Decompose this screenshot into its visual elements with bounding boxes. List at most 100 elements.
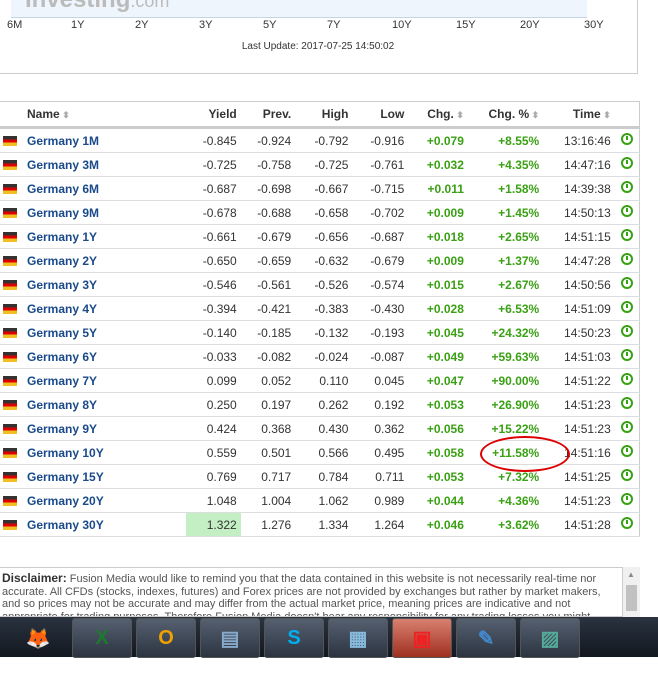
- cell-time: 14:50:13: [543, 200, 615, 225]
- cell-low: -0.679: [352, 248, 409, 273]
- cell-text: -0.632: [314, 253, 349, 268]
- cell-text: 0.052: [261, 373, 292, 388]
- cell-text: -0.421: [257, 301, 292, 316]
- cell-status: [614, 440, 640, 465]
- cell-text: +1.45%: [498, 205, 540, 220]
- sort-icon[interactable]: ⬍: [60, 110, 70, 120]
- scroll-up-icon[interactable]: ▲: [627, 570, 635, 579]
- cell-text[interactable]: Germany 8Y: [27, 398, 97, 412]
- taskbar-button[interactable]: ✎: [456, 618, 516, 658]
- cell-name[interactable]: Germany 30Y: [0, 512, 187, 537]
- taskbar-button[interactable]: ▣: [392, 618, 452, 658]
- cell-text[interactable]: Germany 3M: [27, 158, 99, 172]
- cell-text[interactable]: Germany 10Y: [27, 446, 104, 460]
- table-row: Germany 3Y -0.546 -0.561 -0.526 -0.574 +0.015…: [0, 272, 640, 297]
- x-tick-label: 20Y: [520, 19, 540, 31]
- cell-text: -0.715: [370, 181, 405, 196]
- scrollbar[interactable]: ▲: [623, 567, 640, 617]
- sort-icon[interactable]: ⬍: [601, 110, 611, 120]
- cell-text: 14:50:23: [564, 325, 611, 340]
- cell-text: -0.193: [370, 325, 405, 340]
- cell-text[interactable]: Germany 9Y: [27, 422, 97, 436]
- cell-status: [614, 248, 640, 273]
- cell-text: +1.58%: [498, 181, 540, 196]
- cell-text: +90.00%: [491, 373, 540, 388]
- cell-text[interactable]: Germany 6M: [27, 182, 99, 196]
- cell-text: -0.679: [257, 229, 292, 244]
- x-tick-label: 10Y: [392, 19, 412, 31]
- cell-text[interactable]: Germany 20Y: [27, 494, 104, 508]
- cell-name[interactable]: Germany 5Y: [0, 320, 187, 345]
- taskbar-button[interactable]: 🦊: [8, 618, 68, 658]
- cell-text: 14:47:16: [564, 157, 611, 172]
- column-header-chg[interactable]: Chg. ⬍: [408, 101, 468, 129]
- sort-icon[interactable]: ⬍: [454, 110, 464, 120]
- cell-name[interactable]: Germany 8Y: [0, 392, 187, 417]
- cell-name[interactable]: Germany 3M: [0, 152, 187, 177]
- table-row: Germany 7Y 0.099 0.052 0.110 0.045 +0.047 +90.…: [0, 368, 640, 393]
- cell-name[interactable]: Germany 6M: [0, 176, 187, 201]
- column-header-time[interactable]: Time ⬍: [543, 101, 615, 129]
- outlook-icon: O: [158, 626, 174, 649]
- cell-text: +0.053: [426, 397, 464, 412]
- column-header-chg[interactable]: Chg. % ⬍: [467, 101, 544, 129]
- cell-chg-pct: +1.37%: [467, 248, 544, 273]
- cell-text: 0.110: [319, 373, 349, 388]
- cell-name[interactable]: Germany 7Y: [0, 368, 187, 393]
- header-label: Prev.: [262, 107, 292, 121]
- cell-name[interactable]: Germany 20Y: [0, 488, 187, 513]
- taskbar-button[interactable]: O: [136, 618, 196, 658]
- taskbar-button[interactable]: X: [72, 618, 132, 658]
- cell-text: 0.250: [206, 397, 237, 412]
- cell-chg-pct: +6.53%: [467, 296, 544, 321]
- cell-time: 14:51:23: [543, 488, 615, 513]
- cell-time: 14:50:23: [543, 320, 615, 345]
- cell-text[interactable]: Germany 7Y: [27, 374, 97, 388]
- cell-name[interactable]: Germany 1Y: [0, 224, 187, 249]
- cell-low: -0.574: [352, 272, 409, 297]
- cell-text[interactable]: Germany 5Y: [27, 326, 97, 340]
- cell-text: 0.495: [374, 445, 405, 460]
- cell-text[interactable]: Germany 4Y: [27, 302, 97, 316]
- cell-text[interactable]: Germany 30Y: [27, 518, 104, 532]
- cell-prev: -0.698: [240, 176, 296, 201]
- column-header-name[interactable]: Name ⬍: [0, 101, 187, 129]
- cell-text: 0.045: [374, 373, 405, 388]
- cell-text: -0.916: [370, 133, 405, 148]
- cell-text[interactable]: Germany 3Y: [27, 278, 97, 292]
- cell-text[interactable]: Germany 15Y: [27, 470, 104, 484]
- cell-text[interactable]: Germany 6Y: [27, 350, 97, 364]
- cell-high: 1.334: [295, 512, 353, 537]
- photo-viewer-icon: ▨: [540, 627, 560, 650]
- cell-name[interactable]: Germany 10Y: [0, 440, 187, 465]
- cell-text: 1.322: [206, 517, 237, 532]
- cell-name[interactable]: Germany 3Y: [0, 272, 187, 297]
- germany-flag-icon: [3, 327, 17, 338]
- taskbar-button[interactable]: ▤: [200, 618, 260, 658]
- cell-text: 14:51:23: [564, 421, 611, 436]
- cell-low: -0.087: [352, 344, 409, 369]
- scrollbar-thumb[interactable]: [626, 585, 637, 611]
- cell-name[interactable]: Germany 15Y: [0, 464, 187, 489]
- cell-text: +0.018: [426, 229, 464, 244]
- cell-name[interactable]: Germany 9M: [0, 200, 187, 225]
- taskbar-button[interactable]: ▦: [328, 618, 388, 658]
- cell-text[interactable]: Germany 1Y: [27, 230, 97, 244]
- cell-name[interactable]: Germany 1M: [0, 127, 187, 153]
- cell-text[interactable]: Germany 9M: [27, 206, 99, 220]
- cell-name[interactable]: Germany 4Y: [0, 296, 187, 321]
- cell-chg: +0.053: [408, 464, 468, 489]
- table-row: Germany 9M -0.678 -0.688 -0.658 -0.702 +0.009…: [0, 200, 640, 225]
- sort-icon[interactable]: ⬍: [529, 110, 540, 120]
- cell-name[interactable]: Germany 2Y: [0, 248, 187, 273]
- cell-text[interactable]: Germany 2Y: [27, 254, 97, 268]
- cell-name[interactable]: Germany 9Y: [0, 416, 187, 441]
- taskbar-button[interactable]: ▨: [520, 618, 580, 658]
- x-tick-label: 7Y: [327, 19, 341, 31]
- x-tick-label: 2Y: [135, 19, 149, 31]
- cell-low: 0.989: [352, 488, 409, 513]
- taskbar-button[interactable]: S: [264, 618, 324, 658]
- cell-yield: 0.424: [186, 416, 241, 441]
- cell-name[interactable]: Germany 6Y: [0, 344, 187, 369]
- cell-text[interactable]: Germany 1M: [27, 134, 99, 148]
